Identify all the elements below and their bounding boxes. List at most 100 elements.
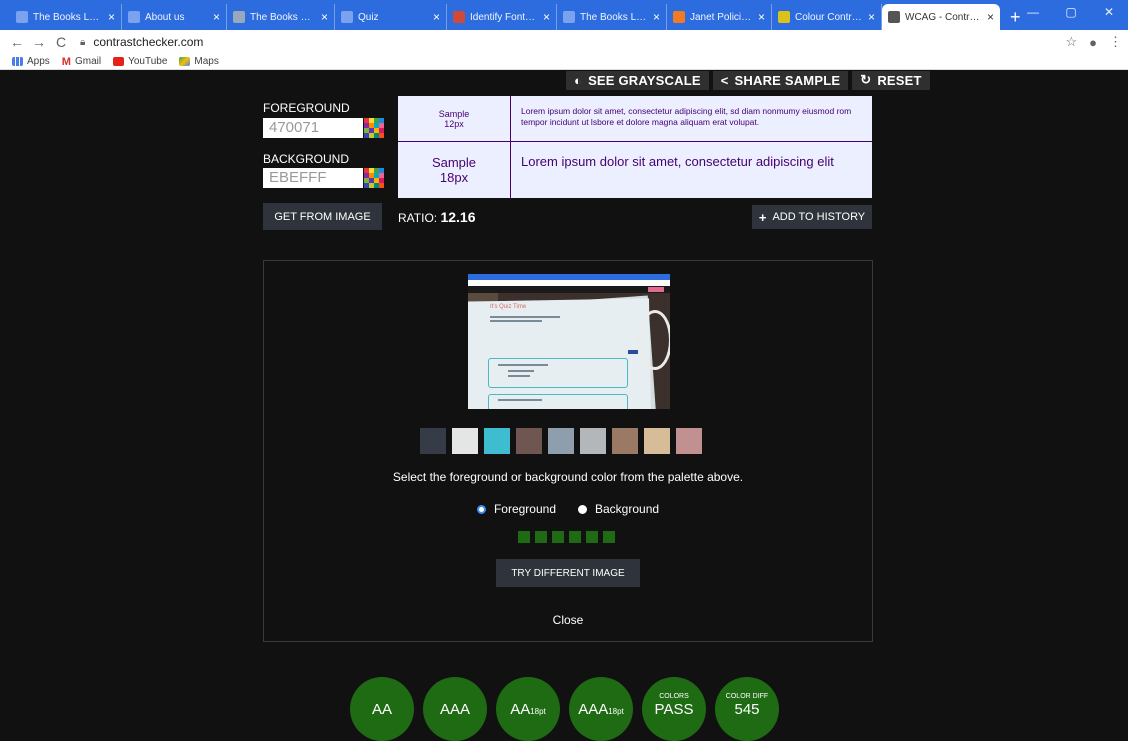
get-from-image-button[interactable]: GET FROM IMAGE xyxy=(263,203,382,230)
try-different-image-button[interactable]: TRY DIFFERENT IMAGE xyxy=(496,559,640,587)
maximize-button[interactable]: ▢ xyxy=(1052,5,1090,19)
tab-close-icon[interactable]: × xyxy=(108,10,115,24)
url-field[interactable]: 🔒︎ contrastchecker.com xyxy=(80,35,203,49)
reload-icon[interactable]: C xyxy=(50,34,72,50)
url-text: contrastchecker.com xyxy=(93,35,204,49)
bookmark-maps[interactable]: Maps xyxy=(179,56,219,67)
tab-close-icon[interactable]: × xyxy=(213,10,220,24)
tab-title: The Books Look-I xyxy=(33,11,102,23)
tab-favicon-icon xyxy=(673,11,685,23)
palette-swatch[interactable] xyxy=(452,428,478,454)
see-grayscale-label: SEE GRAYSCALE xyxy=(588,73,701,88)
minimize-button[interactable]: — xyxy=(1014,5,1052,19)
tab-close-icon[interactable]: × xyxy=(433,10,440,24)
tab-title: The Books Look-I xyxy=(580,11,647,23)
back-arrow-icon[interactable]: ← xyxy=(6,34,28,50)
badge-level: PASS xyxy=(654,701,694,718)
menu-icon[interactable]: ⋮ xyxy=(1109,34,1122,50)
sample-small-text: Lorem ipsum dolor sit amet, consectetur … xyxy=(511,96,872,142)
badge-value: AA18pt xyxy=(510,701,546,721)
palette-swatch[interactable] xyxy=(516,428,542,454)
browser-tab[interactable]: Identify Fonts - Th × xyxy=(447,4,557,30)
palette-swatch[interactable] xyxy=(420,428,446,454)
tab-favicon-icon xyxy=(128,11,140,23)
tab-close-icon[interactable]: × xyxy=(653,10,660,24)
sample-12px-preview: Sample 12px xyxy=(398,96,511,142)
reset-icon: ↻ xyxy=(860,72,872,87)
tab-close-icon[interactable]: × xyxy=(321,10,328,24)
palette-swatch[interactable] xyxy=(676,428,702,454)
palette-swatch[interactable] xyxy=(484,428,510,454)
foreground-color-picker-icon[interactable] xyxy=(364,118,384,138)
add-to-history-button[interactable]: + ADD TO HISTORY xyxy=(752,205,872,229)
badge-size: 18pt xyxy=(608,707,624,716)
youtube-icon xyxy=(113,57,125,66)
tab-title: About us xyxy=(145,11,185,23)
uploaded-image[interactable]: It's Quiz Time xyxy=(468,274,670,409)
palette-swatch[interactable] xyxy=(644,428,670,454)
sample-large-text: Lorem ipsum dolor sit amet, consectetur … xyxy=(511,142,872,198)
tab-title: Janet Policies and xyxy=(690,11,752,23)
sample-label: Sample xyxy=(431,155,477,170)
bookmark-youtube[interactable]: YouTube xyxy=(113,56,167,67)
address-bar-actions: ☆ ● ⋮ xyxy=(1065,30,1122,54)
background-color-picker-icon[interactable] xyxy=(364,168,384,188)
browser-tab[interactable]: Janet Policies and × xyxy=(667,4,772,30)
result-badge: AA18pt xyxy=(496,677,560,741)
sampled-color-swatch xyxy=(552,531,564,543)
tab-close-icon[interactable]: × xyxy=(987,10,994,24)
profile-icon[interactable]: ● xyxy=(1089,35,1097,50)
background-radio[interactable]: Background xyxy=(578,502,659,516)
result-badge: AA xyxy=(350,677,414,741)
reset-label: RESET xyxy=(877,73,922,88)
background-input[interactable]: EBEFFF xyxy=(263,168,363,188)
tab-strip: The Books Look-I×About us×The Books Look… xyxy=(0,0,1128,30)
contrast-ratio: RATIO: 12.16 xyxy=(398,209,476,225)
image-palette xyxy=(420,428,702,454)
tab-title: WCAG - Contrast xyxy=(905,11,981,23)
share-icon: < xyxy=(720,73,729,88)
palette-swatch[interactable] xyxy=(580,428,606,454)
palette-swatch[interactable] xyxy=(612,428,638,454)
close-picker-link[interactable]: Close xyxy=(264,613,872,627)
ratio-label: RATIO: xyxy=(398,211,438,225)
result-badge: AAA18pt xyxy=(569,677,633,741)
browser-tab[interactable]: About us × xyxy=(122,4,227,30)
share-sample-label: SHARE SAMPLE xyxy=(734,73,841,88)
badge-value: AAA xyxy=(440,701,470,719)
tab-close-icon[interactable]: × xyxy=(543,10,550,24)
browser-tab[interactable]: The Books Look-I × xyxy=(10,4,122,30)
bookmark-label: Maps xyxy=(194,56,219,67)
sampled-color-swatches xyxy=(518,531,615,543)
badge-caption: COLOR DIFF xyxy=(725,693,769,700)
top-toolbar: ◐ SEE GRAYSCALE < SHARE SAMPLE ↻ RESET xyxy=(566,71,930,90)
browser-tab[interactable]: The Books Look-I × xyxy=(557,4,667,30)
foreground-input[interactable]: 470071 xyxy=(263,118,363,138)
gmail-icon: M xyxy=(61,55,71,68)
bookmark-gmail[interactable]: M Gmail xyxy=(62,56,101,68)
tab-favicon-icon xyxy=(563,11,575,23)
palette-swatch[interactable] xyxy=(548,428,574,454)
browser-tab[interactable]: WCAG - Contrast × xyxy=(882,4,1000,30)
close-window-button[interactable]: ✕ xyxy=(1090,5,1128,19)
reset-button[interactable]: ↻ RESET xyxy=(852,71,930,90)
forward-arrow-icon[interactable]: → xyxy=(28,34,50,50)
image-quiz-title: It's Quiz Time xyxy=(490,304,527,310)
tab-favicon-icon xyxy=(778,11,790,23)
share-sample-button[interactable]: < SHARE SAMPLE xyxy=(712,71,849,90)
sampled-color-swatch xyxy=(586,531,598,543)
tab-close-icon[interactable]: × xyxy=(758,10,765,24)
tab-close-icon[interactable]: × xyxy=(868,10,875,24)
see-grayscale-button[interactable]: ◐ SEE GRAYSCALE xyxy=(566,71,709,90)
window-controls: — ▢ ✕ xyxy=(1014,0,1128,24)
browser-tab[interactable]: The Books Look-I × xyxy=(227,4,335,30)
browser-tab[interactable]: Quiz × xyxy=(335,4,447,30)
bookmark-apps[interactable]: Apps xyxy=(12,56,50,67)
sampled-color-swatch xyxy=(603,531,615,543)
badge-value: 545 xyxy=(734,701,759,719)
tab-list: The Books Look-I×About us×The Books Look… xyxy=(10,4,1000,30)
foreground-radio[interactable]: Foreground xyxy=(476,502,556,516)
browser-tab[interactable]: Colour Contrast C × xyxy=(772,4,882,30)
star-icon[interactable]: ☆ xyxy=(1065,34,1077,50)
badge-level: AAA xyxy=(439,701,470,718)
